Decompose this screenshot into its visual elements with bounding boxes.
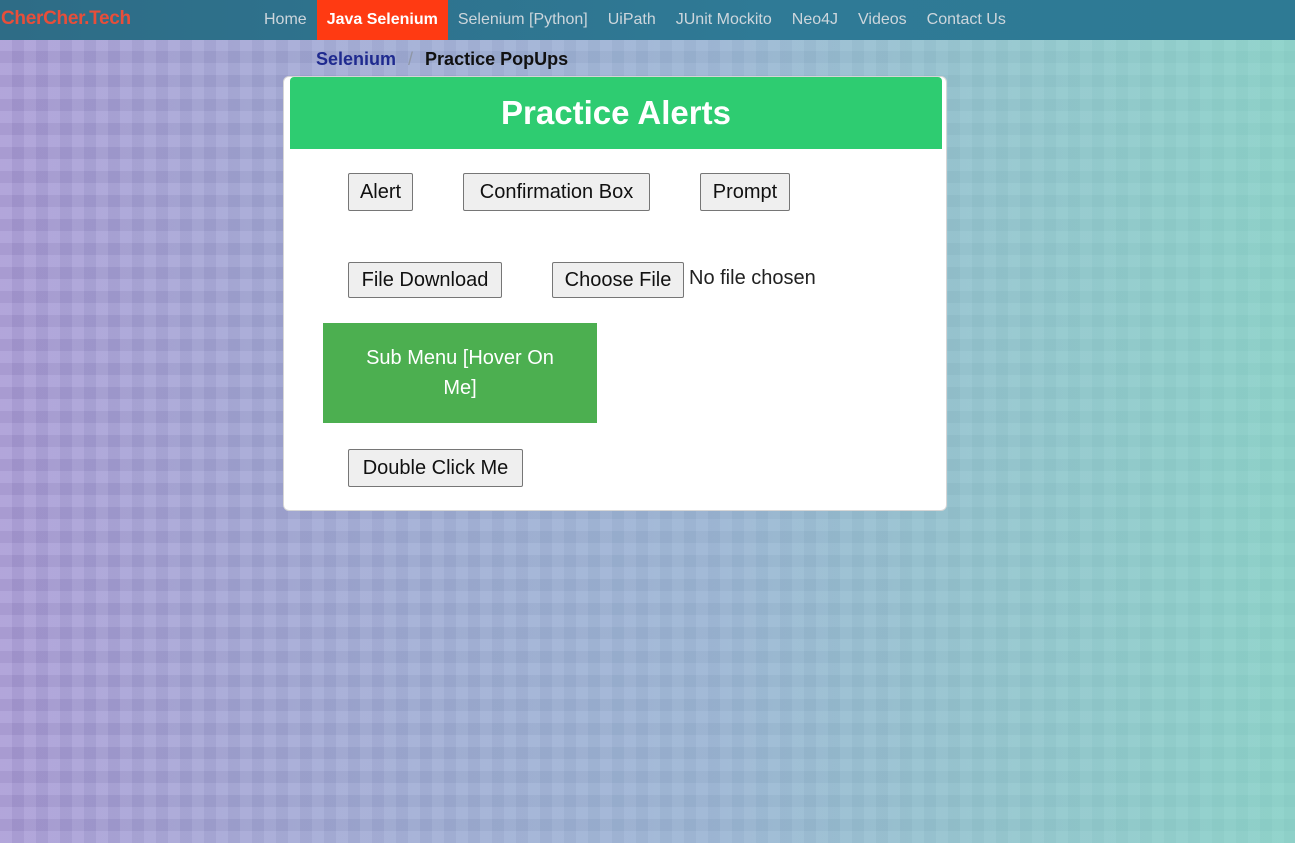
alert-button[interactable]: Alert (348, 173, 413, 211)
practice-card: Practice Alerts Alert Confirmation Box P… (283, 76, 947, 511)
nav-menu: Home Java Selenium Selenium [Python] UiP… (254, 0, 1016, 40)
top-navbar: CherCher.Tech Home Java Selenium Seleniu… (0, 0, 1295, 40)
breadcrumb-link-selenium[interactable]: Selenium (316, 49, 396, 70)
card-header: Practice Alerts (290, 77, 942, 149)
nav-item-uipath[interactable]: UiPath (598, 0, 666, 40)
nav-item-selenium-python[interactable]: Selenium [Python] (448, 0, 598, 40)
double-click-button[interactable]: Double Click Me (348, 449, 523, 487)
breadcrumb-current: Practice PopUps (425, 49, 569, 69)
nav-item-java-selenium[interactable]: Java Selenium (316, 0, 448, 40)
brand-logo[interactable]: CherCher.Tech (1, 8, 131, 30)
prompt-button[interactable]: Prompt (700, 173, 790, 211)
breadcrumb: Selenium / Practice PopUps (316, 49, 568, 70)
confirmation-box-button[interactable]: Confirmation Box (463, 173, 650, 211)
nav-item-contact-us[interactable]: Contact Us (917, 0, 1016, 40)
sub-menu-hover-button[interactable]: Sub Menu [Hover On Me] (323, 323, 597, 423)
breadcrumb-separator: / (408, 49, 414, 69)
nav-item-home[interactable]: Home (254, 0, 317, 40)
nav-item-videos[interactable]: Videos (848, 0, 917, 40)
nav-item-junit-mockito[interactable]: JUnit Mockito (666, 0, 782, 40)
nav-item-neo4j[interactable]: Neo4J (782, 0, 848, 40)
file-status-text: No file chosen (689, 267, 816, 289)
file-download-button[interactable]: File Download (348, 262, 502, 298)
choose-file-button[interactable]: Choose File (552, 262, 684, 298)
card-title: Practice Alerts (501, 94, 731, 131)
